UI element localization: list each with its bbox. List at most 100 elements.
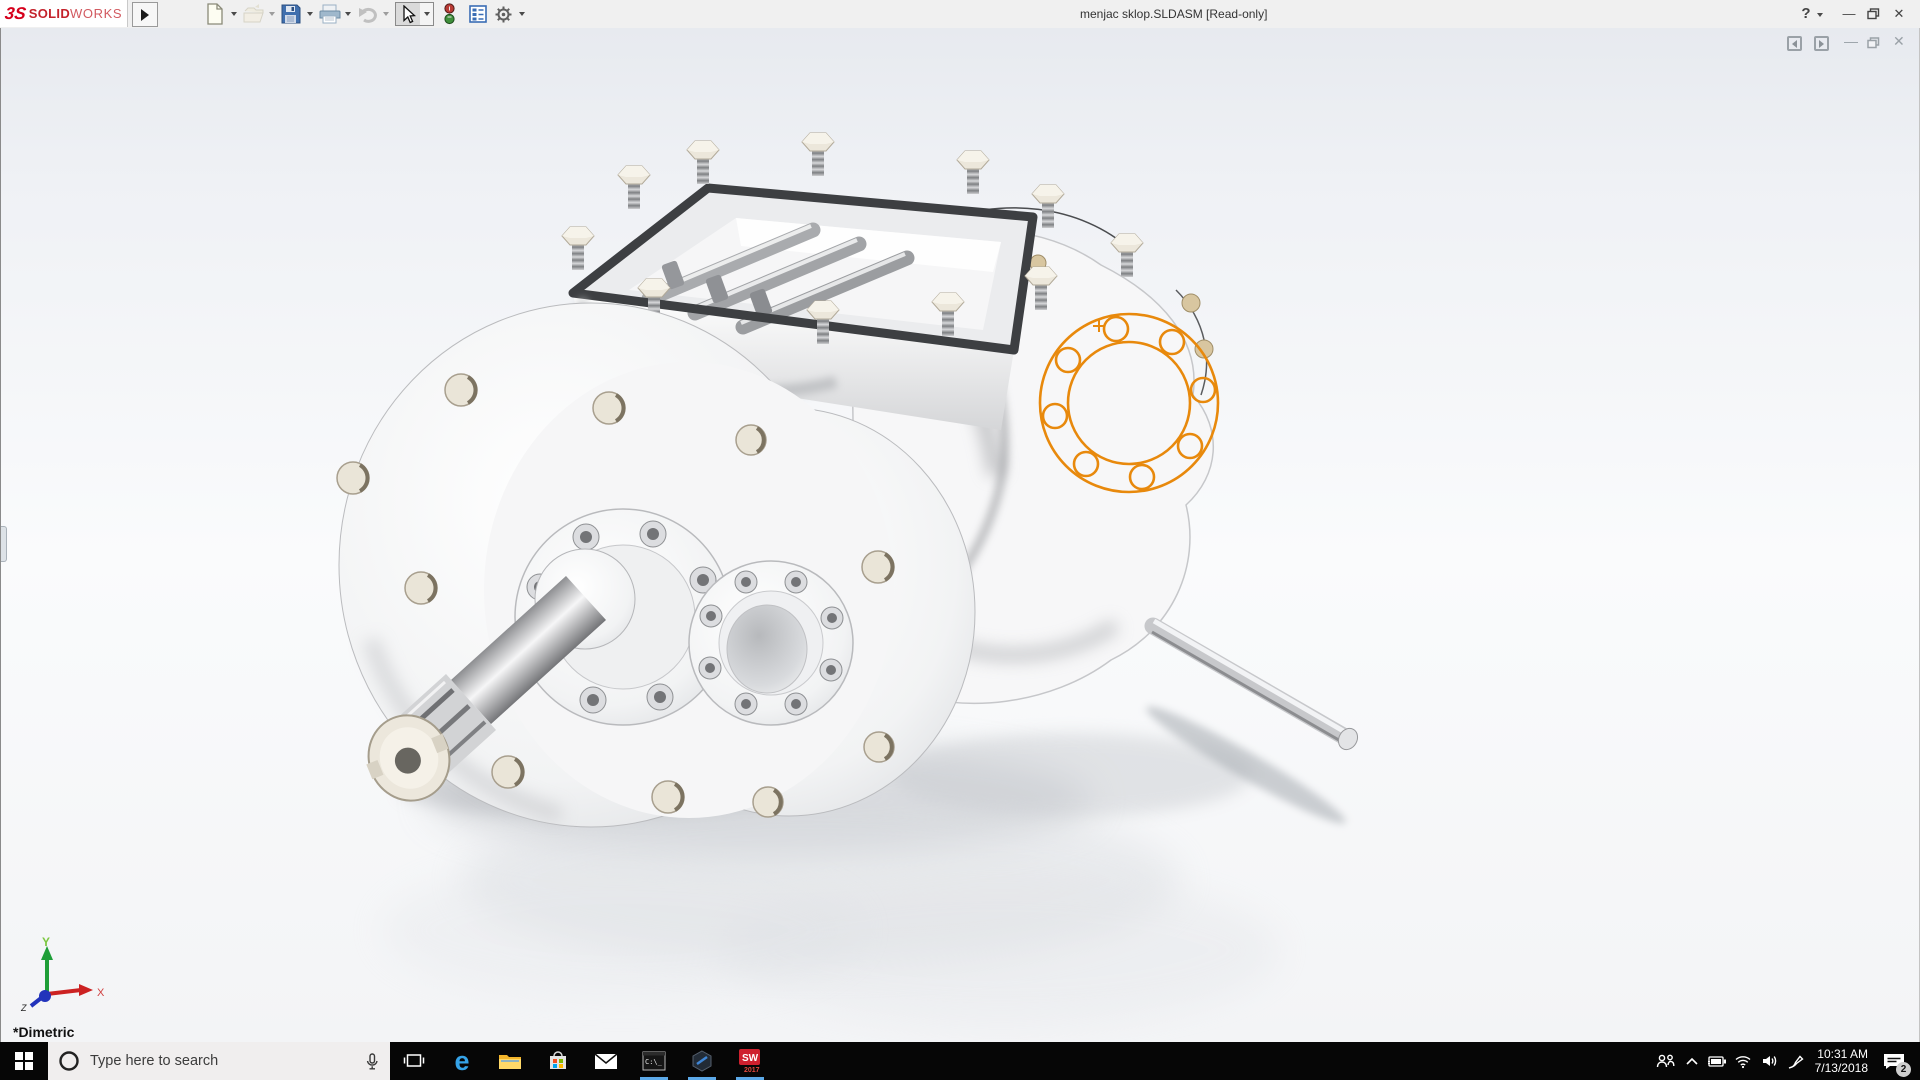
- solidworks-2017-button[interactable]: SW 2017: [726, 1042, 774, 1080]
- select-cursor-icon: [402, 4, 416, 23]
- chevron-down-icon: [307, 12, 313, 16]
- microphone-icon[interactable]: [364, 1052, 380, 1071]
- start-button[interactable]: [0, 1042, 48, 1080]
- mail-button[interactable]: [582, 1042, 630, 1080]
- brand-text-light: WORKS: [70, 6, 123, 21]
- save-icon: [281, 4, 301, 24]
- hexagon-app-button[interactable]: [678, 1042, 726, 1080]
- battery-button[interactable]: [1705, 1042, 1731, 1080]
- system-tray: 10:31 AM 7/13/2018 2: [1653, 1042, 1920, 1080]
- rebuild-button[interactable]: [443, 3, 456, 25]
- svg-text:SW: SW: [742, 1053, 759, 1064]
- wifi-icon: [1735, 1056, 1751, 1069]
- task-pane-list-icon: [469, 5, 487, 23]
- notification-badge: 2: [1896, 1062, 1911, 1077]
- chevron-down-icon: [383, 12, 389, 16]
- battery-icon: [1708, 1056, 1727, 1067]
- file-explorer-button[interactable]: [486, 1042, 534, 1080]
- help-dropdown[interactable]: [1817, 4, 1823, 26]
- windows-logo-icon: [15, 1052, 33, 1070]
- options-dropdown[interactable]: [519, 3, 525, 25]
- chevron-down-icon: [423, 12, 430, 16]
- chevron-down-icon: [519, 12, 525, 16]
- edge-icon: e: [454, 1045, 470, 1076]
- help-button[interactable]: ?: [1796, 0, 1816, 28]
- hexagon-app-icon: [692, 1050, 712, 1072]
- microsoft-store-icon: [550, 1051, 566, 1069]
- graphics-area[interactable]: — ✕ Y X Z *Dimetric: [0, 28, 1920, 1042]
- undo-button[interactable]: [357, 3, 379, 25]
- gearbox-assembly-model[interactable]: [1, 28, 1920, 1042]
- select-tool-button[interactable]: [395, 2, 421, 26]
- windows-ink-button[interactable]: [1783, 1042, 1809, 1080]
- settings-gear-icon: [495, 6, 512, 22]
- svg-text:C:\_: C:\_: [645, 1058, 663, 1066]
- new-document-dropdown[interactable]: [231, 3, 237, 25]
- rebuild-traffic-light-icon: [444, 3, 455, 25]
- print-dropdown[interactable]: [345, 3, 351, 25]
- options-button[interactable]: [494, 3, 513, 25]
- svg-text:2017: 2017: [744, 1067, 760, 1074]
- people-icon: [1656, 1054, 1675, 1068]
- clock-time: 10:31 AM: [1817, 1047, 1868, 1061]
- new-document-button[interactable]: [206, 3, 224, 25]
- print-button[interactable]: [319, 3, 341, 25]
- restore-button[interactable]: [1862, 0, 1884, 28]
- solidworks-logo: 3S SOLID WORKS: [0, 0, 128, 27]
- solidworks-2017-icon: SW 2017: [739, 1049, 760, 1074]
- windows-taskbar: Type here to search e C:\_ SW 2017 10:31…: [0, 1042, 1920, 1080]
- mail-icon: [594, 1052, 618, 1069]
- action-center-button[interactable]: 2: [1876, 1042, 1912, 1080]
- view-orientation-label: *Dimetric: [13, 1024, 75, 1040]
- titlebar: 3S SOLID WORKS menjac sklop.SLDASM [Read…: [0, 0, 1920, 29]
- chevron-down-icon: [345, 12, 351, 16]
- triad-x-label: X: [97, 987, 105, 999]
- volume-button[interactable]: [1757, 1042, 1783, 1080]
- chevron-down-icon: [231, 12, 237, 16]
- volume-icon: [1762, 1056, 1776, 1066]
- search-placeholder: Type here to search: [90, 1053, 219, 1069]
- undo-dropdown[interactable]: [383, 3, 389, 25]
- edge-button[interactable]: e: [438, 1042, 486, 1080]
- select-tool-dropdown[interactable]: [420, 2, 434, 26]
- microsoft-store-button[interactable]: [534, 1042, 582, 1080]
- chevron-up-icon: [1686, 1057, 1698, 1065]
- open-button[interactable]: [243, 3, 265, 25]
- taskbar-apps: e C:\_ SW 2017: [390, 1042, 774, 1080]
- save-dropdown[interactable]: [307, 3, 313, 25]
- save-button[interactable]: [281, 3, 301, 25]
- file-explorer-icon: [499, 1054, 521, 1069]
- cortana-icon: [59, 1051, 79, 1071]
- pen-icon: [1788, 1054, 1804, 1069]
- open-icon: [243, 4, 264, 23]
- reference-triad: Y X Z: [20, 935, 105, 1012]
- secondary-shaft-flange: [688, 560, 854, 726]
- flyout-arrow-icon: [141, 8, 149, 21]
- wifi-button[interactable]: [1731, 1042, 1757, 1080]
- menu-flyout-button[interactable]: [132, 2, 158, 27]
- people-button[interactable]: [1653, 1042, 1679, 1080]
- minimize-button[interactable]: —: [1838, 0, 1860, 28]
- triad-z-label: Z: [20, 1003, 27, 1012]
- taskbar-search-input[interactable]: Type here to search: [48, 1042, 390, 1080]
- task-view-icon: [403, 1054, 425, 1067]
- brand-text-bold: SOLID: [28, 6, 71, 21]
- taskbar-clock[interactable]: 10:31 AM 7/13/2018: [1815, 1047, 1868, 1075]
- tray-overflow-button[interactable]: [1679, 1042, 1705, 1080]
- triad-y-label: Y: [42, 935, 50, 949]
- command-prompt-button[interactable]: C:\_: [630, 1042, 678, 1080]
- command-prompt-icon: C:\_: [642, 1051, 666, 1071]
- solidworks-logo-mark-icon: 3S: [3, 3, 28, 23]
- open-dropdown[interactable]: [269, 3, 275, 25]
- chevron-down-icon: [1817, 13, 1823, 17]
- chevron-down-icon: [269, 12, 275, 16]
- close-button[interactable]: ✕: [1888, 0, 1910, 28]
- undo-icon: [359, 7, 377, 23]
- document-title: menjac sklop.SLDASM [Read-only]: [1080, 7, 1268, 21]
- task-pane-button[interactable]: [468, 3, 488, 25]
- print-icon: [319, 4, 341, 24]
- restore-icon: [1866, 8, 1879, 20]
- clock-date: 7/13/2018: [1814, 1061, 1868, 1075]
- task-view-button[interactable]: [390, 1042, 438, 1080]
- new-document-icon: [207, 3, 223, 25]
